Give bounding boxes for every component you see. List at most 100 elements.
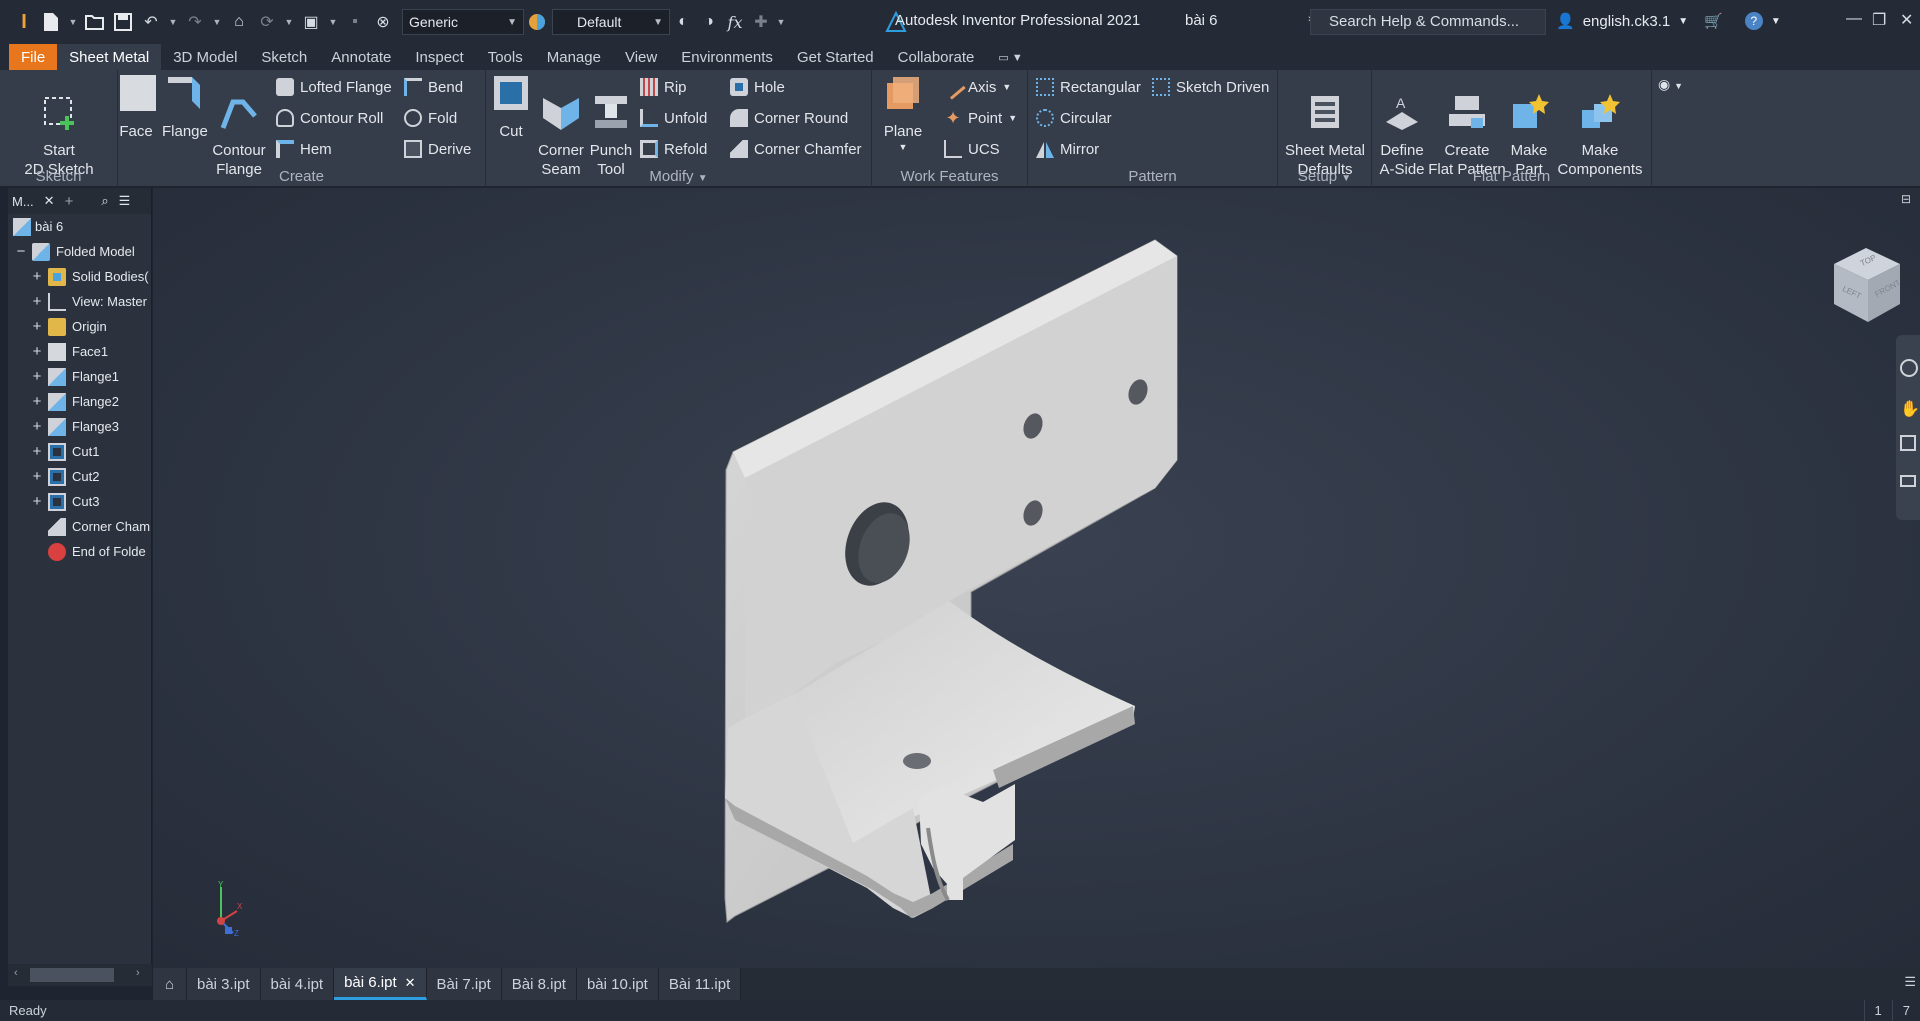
lofted-flange-button[interactable]: Lofted Flange bbox=[276, 75, 392, 99]
tab-3d-model[interactable]: 3D Model bbox=[161, 44, 249, 70]
expand-icon[interactable]: + bbox=[30, 368, 44, 385]
material-combo[interactable]: Generic ▼ bbox=[402, 9, 524, 35]
customize-icon[interactable]: ▼ bbox=[774, 9, 788, 35]
close-button[interactable]: ✕ bbox=[1900, 10, 1913, 30]
tab-tools[interactable]: Tools bbox=[476, 44, 535, 70]
expand-icon[interactable]: + bbox=[30, 393, 44, 410]
corner-round-button[interactable]: Corner Round bbox=[730, 106, 848, 130]
ribbon-more-icon[interactable]: ◉ ▼ bbox=[1658, 76, 1683, 93]
pan-icon[interactable]: ✋ bbox=[1900, 399, 1920, 419]
fold-button[interactable]: Fold bbox=[404, 106, 457, 130]
tab-collaborate[interactable]: Collaborate bbox=[886, 44, 987, 70]
make-part-button[interactable]: Make Part bbox=[1506, 73, 1552, 179]
appearance-combo[interactable]: Default ▼ bbox=[552, 9, 670, 35]
view-cube[interactable]: TOP LEFT FRONT bbox=[1830, 244, 1904, 324]
start-2d-sketch-button[interactable]: Start 2D Sketch bbox=[24, 73, 94, 179]
ribbon-options-icon[interactable]: ▭ ▼ bbox=[986, 44, 1034, 70]
expand-icon[interactable]: + bbox=[30, 418, 44, 435]
tab-environments[interactable]: Environments bbox=[669, 44, 785, 70]
tab-sheet-metal[interactable]: Sheet Metal bbox=[57, 44, 162, 70]
browser-node[interactable]: + Flange1 bbox=[8, 364, 151, 389]
expand-icon[interactable]: + bbox=[30, 468, 44, 485]
appearance-icon[interactable] bbox=[524, 9, 550, 35]
hole-button[interactable]: Hole bbox=[730, 75, 785, 99]
chevron-down-icon[interactable]: ▼ bbox=[210, 9, 224, 35]
new-file-icon[interactable] bbox=[38, 9, 64, 35]
browser-node[interactable]: + Cut1 bbox=[8, 439, 151, 464]
chevron-down-icon[interactable]: ▼ bbox=[66, 9, 80, 35]
cart-icon[interactable]: 🛒 bbox=[1704, 12, 1723, 30]
expand-icon[interactable]: + bbox=[30, 268, 44, 285]
doc-tab[interactable]: Bài 8.ipt bbox=[501, 968, 577, 1000]
browser-node[interactable]: − Folded Model bbox=[8, 239, 151, 264]
viewport-split-icon[interactable]: ⊟ bbox=[1901, 192, 1911, 206]
expand-icon[interactable]: + bbox=[30, 293, 44, 310]
graphics-window[interactable]: TOP LEFT FRONT ⊟ Y X Z bbox=[153, 188, 1920, 968]
browser-node[interactable]: + Origin bbox=[8, 314, 151, 339]
corner-chamfer-button[interactable]: Corner Chamfer bbox=[730, 137, 862, 161]
sheet-metal-part-model[interactable] bbox=[153, 188, 1920, 968]
add-tab-icon[interactable]: + bbox=[65, 193, 74, 210]
open-folder-icon[interactable] bbox=[82, 9, 108, 35]
select-icon[interactable]: ▣ bbox=[298, 9, 324, 35]
contour-flange-button[interactable]: Contour Flange bbox=[210, 73, 268, 179]
doc-tab[interactable]: bài 10.ipt bbox=[576, 968, 659, 1000]
browser-scrollbar[interactable]: ‹ › bbox=[8, 964, 152, 986]
update-icon[interactable]: ⟳ bbox=[254, 9, 280, 35]
ucs-button[interactable]: UCS bbox=[944, 137, 1000, 161]
face-button[interactable]: Face bbox=[118, 73, 156, 141]
tab-file[interactable]: File bbox=[9, 44, 58, 70]
measure-icon[interactable]: ▪ bbox=[342, 9, 368, 35]
browser-tab-model[interactable]: M... bbox=[12, 194, 34, 209]
close-icon[interactable]: ✕ bbox=[44, 193, 55, 209]
circular-pattern-button[interactable]: Circular bbox=[1036, 106, 1112, 130]
expand-icon[interactable]: + bbox=[30, 318, 44, 335]
browser-node[interactable]: + Solid Bodies( bbox=[8, 264, 151, 289]
rectangular-pattern-button[interactable]: Rectangular bbox=[1036, 75, 1141, 99]
doc-tab[interactable]: Bài 11.ipt bbox=[658, 968, 742, 1000]
plus-icon[interactable]: ✚ bbox=[748, 9, 774, 35]
cut-button[interactable]: Cut bbox=[490, 73, 532, 141]
doc-tab[interactable]: Bài 7.ipt bbox=[426, 968, 502, 1000]
chevron-down-icon[interactable]: ▼ bbox=[282, 9, 296, 35]
panel-title[interactable]: Setup ▼ bbox=[1278, 168, 1371, 185]
create-flat-pattern-button[interactable]: Create Flat Pattern bbox=[1428, 73, 1506, 179]
scroll-left-icon[interactable]: ‹ bbox=[14, 967, 18, 979]
browser-node[interactable]: Corner Cham bbox=[8, 514, 151, 539]
full-navigation-wheel-icon[interactable] bbox=[1900, 359, 1918, 377]
browser-node[interactable]: + Cut3 bbox=[8, 489, 151, 514]
collapse-icon[interactable]: − bbox=[14, 243, 28, 260]
tab-manage[interactable]: Manage bbox=[535, 44, 613, 70]
orbit-icon[interactable] bbox=[1900, 475, 1916, 487]
contour-roll-button[interactable]: Contour Roll bbox=[276, 106, 383, 130]
save-icon[interactable] bbox=[110, 9, 136, 35]
navigation-bar[interactable]: ✋ bbox=[1896, 335, 1920, 520]
corner-seam-button[interactable]: Corner Seam bbox=[536, 73, 586, 179]
scroll-right-icon[interactable]: › bbox=[136, 967, 140, 979]
point-button[interactable]: ✦ Point ▼ bbox=[944, 106, 1017, 130]
material-icon[interactable]: ⊗ bbox=[370, 9, 396, 35]
axis-button[interactable]: Axis ▼ bbox=[940, 74, 1011, 100]
fx-icon[interactable]: fx bbox=[722, 9, 748, 35]
browser-node[interactable]: + View: Master bbox=[8, 289, 151, 314]
tab-inspect[interactable]: Inspect bbox=[403, 44, 475, 70]
browser-node[interactable]: + Face1 bbox=[8, 339, 151, 364]
define-a-side-button[interactable]: A Define A-Side bbox=[1376, 73, 1428, 179]
plane-button[interactable]: Plane ▼ bbox=[874, 73, 932, 153]
tab-view[interactable]: View bbox=[613, 44, 669, 70]
tab-get-started[interactable]: Get Started bbox=[785, 44, 886, 70]
home-tab[interactable]: ⌂ bbox=[153, 968, 187, 1000]
make-components-button[interactable]: Make Components bbox=[1554, 73, 1646, 179]
close-icon[interactable]: ✕ bbox=[405, 975, 416, 991]
redo-icon[interactable]: ↷ bbox=[182, 9, 208, 35]
browser-root[interactable]: bài 6 bbox=[8, 214, 151, 239]
browser-node[interactable]: + Flange2 bbox=[8, 389, 151, 414]
adjust-icon[interactable]: ◐ bbox=[670, 9, 696, 35]
restore-button[interactable]: ❐ bbox=[1872, 10, 1886, 30]
document-menu-icon[interactable]: ☰ bbox=[1900, 968, 1920, 1000]
browser-node[interactable]: + Flange3 bbox=[8, 414, 151, 439]
minimize-button[interactable]: — bbox=[1846, 10, 1862, 28]
bend-button[interactable]: Bend bbox=[404, 75, 463, 99]
undo-icon[interactable]: ↶ bbox=[138, 9, 164, 35]
search-input[interactable]: Search Help & Commands... bbox=[1310, 9, 1546, 35]
